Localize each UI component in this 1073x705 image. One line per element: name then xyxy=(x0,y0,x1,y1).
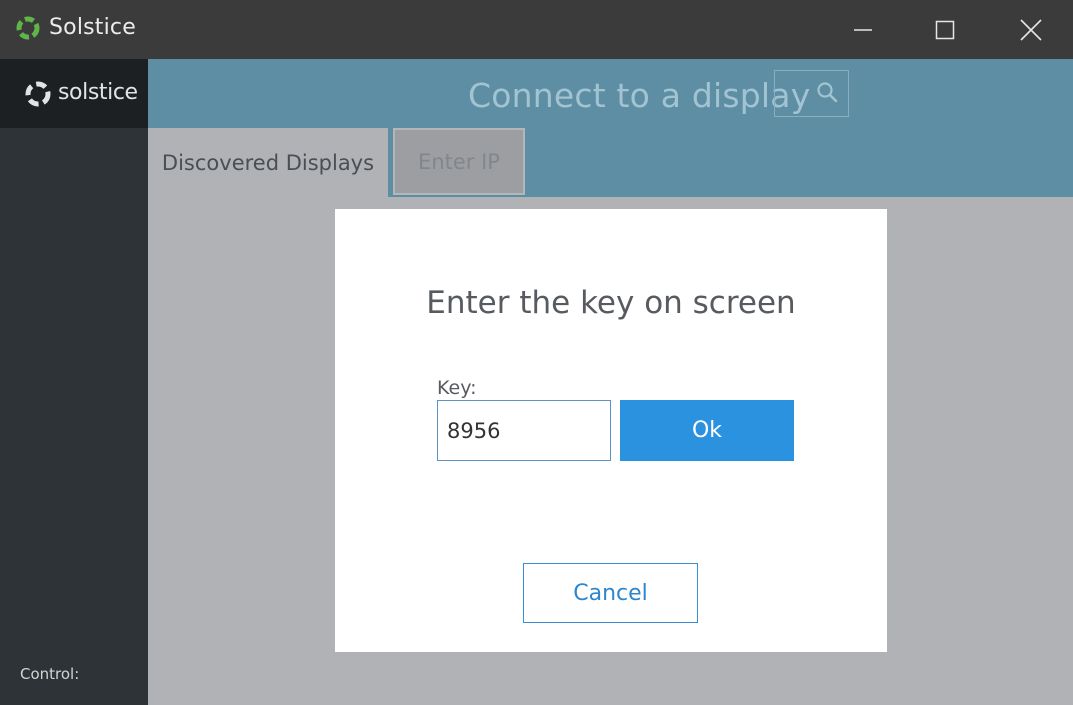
logo-text: solstice xyxy=(58,80,138,105)
close-icon xyxy=(1020,18,1042,41)
sidebar-logo: solstice xyxy=(0,59,148,128)
solstice-logo-icon xyxy=(25,81,51,107)
search-icon xyxy=(817,82,838,103)
dialog-title: Enter the key on screen xyxy=(426,285,796,321)
key-label: Key: xyxy=(437,377,477,399)
page-title: Connect to a display xyxy=(468,76,811,115)
sidebar: solstice Control: xyxy=(0,59,148,705)
key-input[interactable] xyxy=(437,400,611,461)
tab-enter-ip[interactable]: Enter IP xyxy=(393,128,525,195)
main-header: Connect to a display Discovered Displays… xyxy=(148,59,1073,197)
window-title: Solstice xyxy=(49,15,136,40)
tab-label: Enter IP xyxy=(418,149,500,174)
control-label: Control: xyxy=(20,665,80,683)
maximize-button[interactable] xyxy=(915,0,975,59)
tab-label: Discovered Displays xyxy=(161,150,375,175)
tab-discovered-displays[interactable]: Discovered Displays xyxy=(148,128,388,197)
ok-button[interactable]: Ok xyxy=(620,400,794,461)
solstice-window: Solstice solstice Control: Connect to a … xyxy=(0,0,1073,705)
title-bar[interactable]: Solstice xyxy=(0,0,1073,59)
enter-key-dialog: Enter the key on screen Key: Ok Cancel xyxy=(335,209,887,652)
solstice-app-icon xyxy=(16,16,40,40)
close-button[interactable] xyxy=(1001,0,1061,59)
search-button[interactable] xyxy=(774,70,849,117)
cancel-button[interactable]: Cancel xyxy=(523,563,698,623)
minimize-icon xyxy=(854,28,872,31)
maximize-icon xyxy=(935,20,955,39)
minimize-button[interactable] xyxy=(833,0,893,59)
